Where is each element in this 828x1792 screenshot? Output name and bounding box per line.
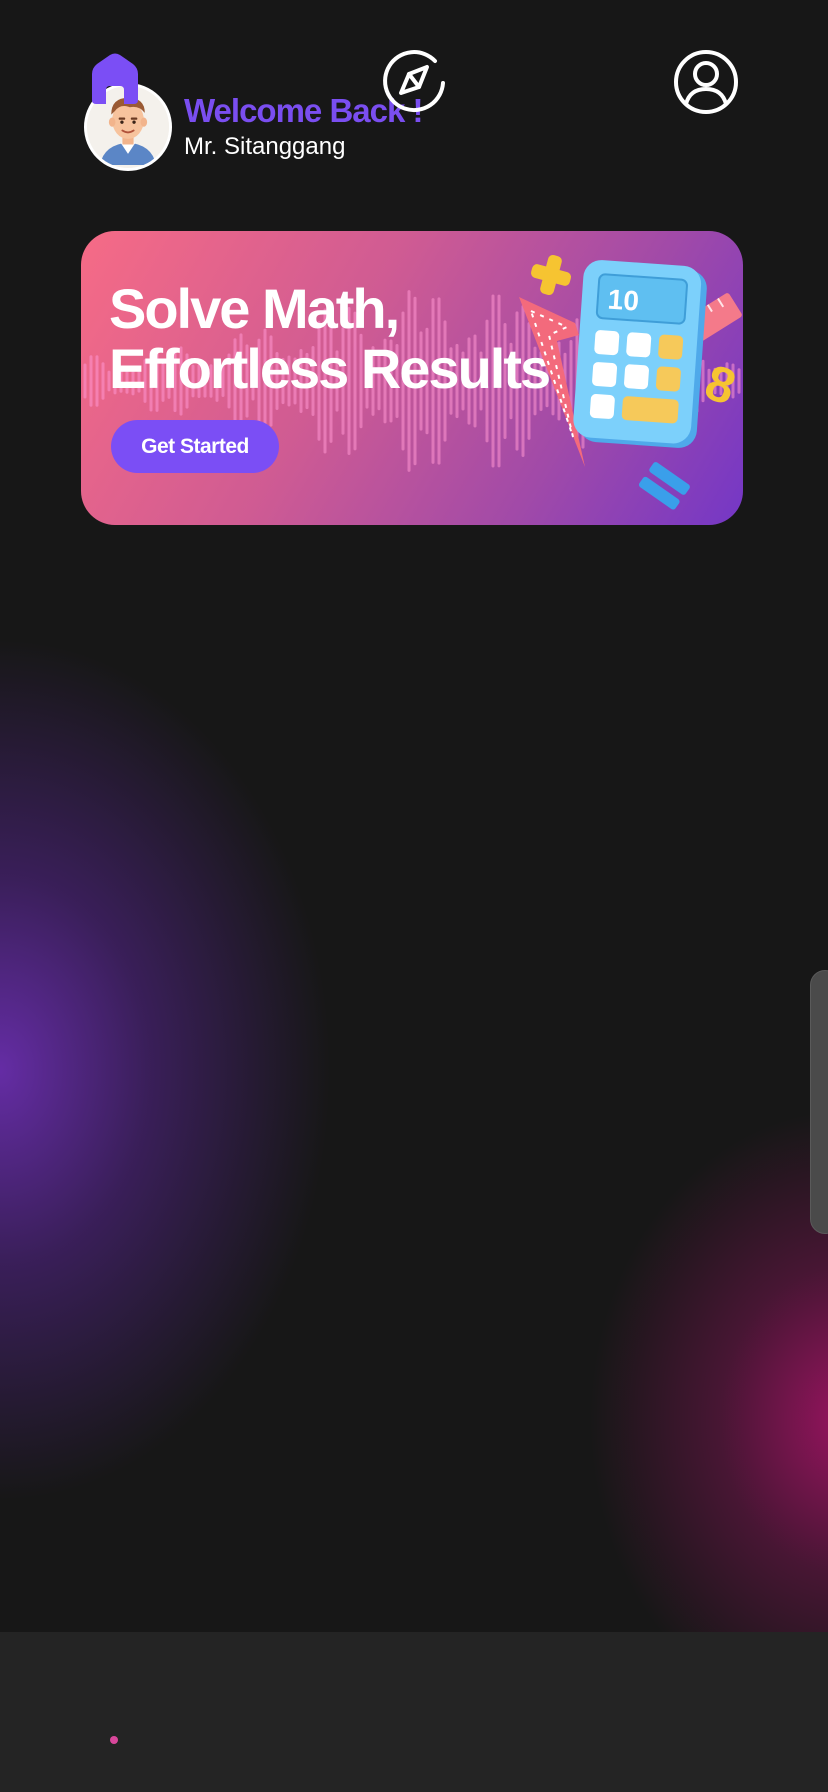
- nav-explore-button[interactable]: [378, 44, 450, 116]
- active-indicator-dot: [110, 1736, 118, 1744]
- promo-banner[interactable]: Solve Math, Effortless Results Get Start…: [81, 231, 743, 525]
- calculator-display: 10: [607, 284, 640, 317]
- number-eight-decoration: 8: [699, 354, 743, 416]
- background-glow-purple: [0, 640, 330, 1500]
- side-drawer-handle[interactable]: [810, 970, 828, 1234]
- home-screen: Welcome Back ! Mr. Sitanggang Solve Math…: [0, 0, 828, 1792]
- username: Mr. Sitanggang: [184, 133, 346, 160]
- nav-profile-button[interactable]: [670, 46, 742, 118]
- calculator-illustration-icon: 10 8: [519, 254, 743, 510]
- bottom-navigation: [0, 1632, 828, 1792]
- plus-cross-icon: [530, 254, 572, 296]
- triangle-ruler-icon: [519, 297, 585, 467]
- user-icon: [674, 50, 738, 114]
- nav-home-button[interactable]: [79, 44, 151, 116]
- get-started-button[interactable]: Get Started: [111, 420, 279, 473]
- home-icon: [92, 53, 138, 104]
- equals-sign-icon: [638, 462, 690, 510]
- compass-icon: [383, 50, 445, 113]
- calculator-icon: 10: [573, 260, 707, 448]
